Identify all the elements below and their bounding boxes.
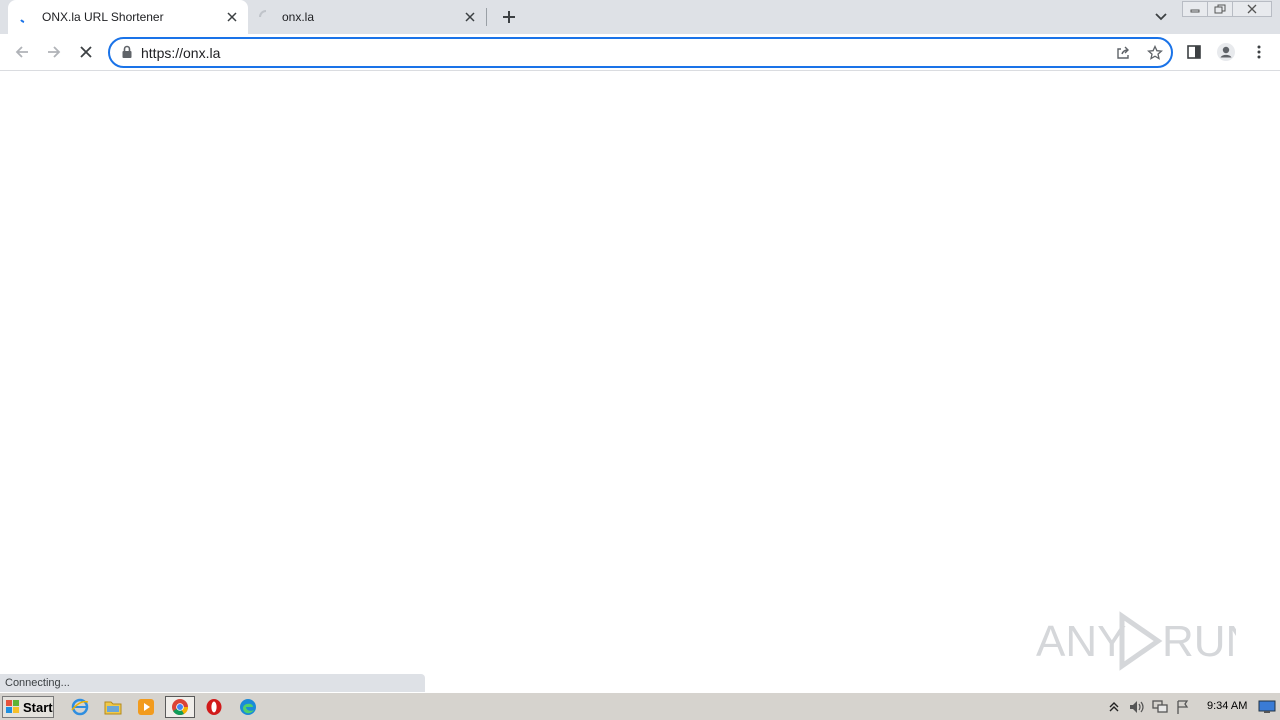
star-icon [1147, 45, 1163, 60]
start-button[interactable]: Start [2, 696, 54, 718]
tab-strip: ONX.la URL Shortener onx.la [0, 0, 1280, 34]
tab-title: ONX.la URL Shortener [42, 10, 164, 24]
loading-spinner-icon [258, 9, 274, 25]
avatar-icon [1217, 43, 1235, 61]
stop-loading-button[interactable] [72, 38, 100, 66]
internet-explorer-icon[interactable] [69, 697, 91, 717]
volume-icon[interactable] [1127, 698, 1147, 716]
close-window-button[interactable] [1232, 1, 1272, 17]
system-tray [1104, 696, 1280, 718]
window-controls [1182, 1, 1272, 17]
tab-close-icon[interactable] [222, 7, 242, 27]
show-desktop-icon[interactable] [1257, 697, 1277, 717]
share-icon [1117, 46, 1129, 59]
menu-button[interactable] [1245, 38, 1273, 66]
new-tab-button[interactable] [498, 6, 520, 28]
lock-icon[interactable] [121, 45, 135, 61]
tab-close-icon[interactable] [460, 7, 480, 27]
tab-onx-url-shortener[interactable]: ONX.la URL Shortener [8, 0, 248, 34]
back-arrow-icon [15, 46, 28, 58]
anyrun-watermark: ANY RUN [1036, 606, 1236, 676]
share-button[interactable] [1112, 42, 1134, 64]
minimize-button[interactable] [1182, 1, 1208, 17]
show-hidden-icons-icon[interactable] [1104, 698, 1124, 716]
taskbar: Start 9:34 AM [0, 692, 1280, 720]
svg-text:RUN: RUN [1162, 617, 1236, 666]
forward-button[interactable] [40, 38, 68, 66]
chevron-down-icon [1155, 13, 1167, 21]
tab-title: onx.la [282, 10, 315, 24]
page-viewport [0, 72, 1280, 692]
close-icon [1247, 4, 1257, 14]
start-label: Start [23, 699, 53, 715]
taskbar-clock[interactable]: 9:34 AM [1207, 700, 1247, 712]
kebab-menu-icon [1257, 45, 1261, 59]
plus-icon [503, 11, 515, 23]
edge-icon[interactable] [237, 697, 259, 717]
tab-search-button[interactable] [1150, 6, 1172, 28]
restore-icon [1214, 4, 1226, 14]
stop-icon [80, 46, 92, 58]
loading-spinner-icon [18, 9, 34, 25]
windows-logo-icon [6, 700, 20, 714]
bookmark-button[interactable] [1144, 42, 1166, 64]
profile-button[interactable] [1212, 38, 1240, 66]
anyrun-logo-icon: ANY RUN [1036, 611, 1236, 671]
tab-onx-la[interactable]: onx.la [248, 0, 486, 34]
minimize-icon [1190, 9, 1200, 13]
action-center-flag-icon[interactable] [1173, 698, 1193, 716]
file-explorer-icon[interactable] [102, 697, 124, 717]
url-input[interactable] [141, 43, 1091, 63]
back-button[interactable] [8, 38, 36, 66]
media-player-icon[interactable] [135, 697, 157, 717]
restore-button[interactable] [1207, 1, 1233, 17]
browser-toolbar [0, 34, 1280, 71]
status-bubble: Connecting... [0, 674, 425, 692]
svg-text:ANY: ANY [1036, 617, 1126, 666]
network-icon[interactable] [1150, 698, 1170, 716]
opera-icon[interactable] [203, 697, 225, 717]
forward-arrow-icon [48, 46, 61, 58]
tab-separator [486, 8, 487, 26]
chrome-icon[interactable] [165, 696, 195, 718]
side-panel-icon [1187, 45, 1201, 59]
address-bar[interactable] [108, 37, 1173, 68]
side-panel-button[interactable] [1180, 38, 1208, 66]
